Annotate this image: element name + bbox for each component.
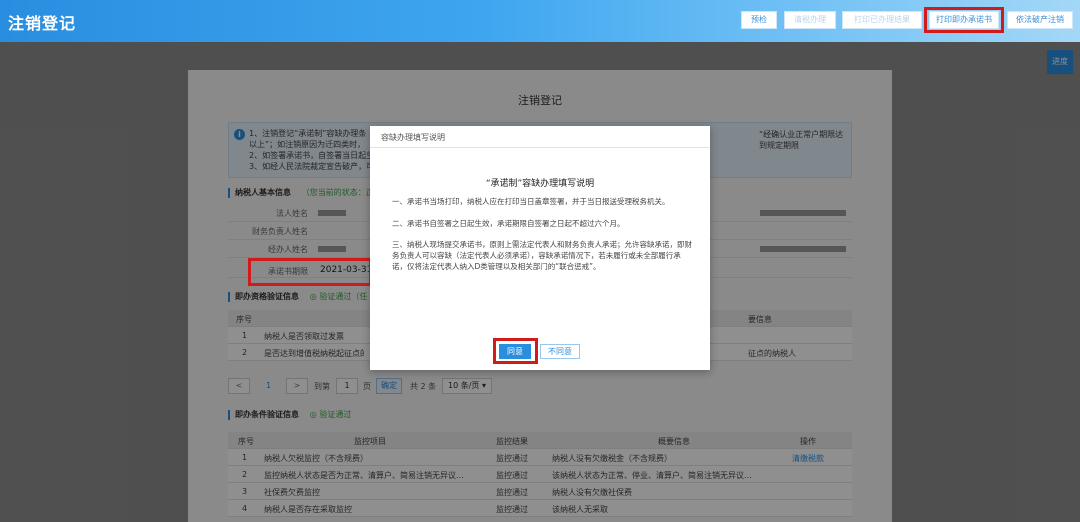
modal-title: “承诺制”容缺办理填写说明 — [485, 179, 595, 189]
modal-header: 容缺办理填写说明 — [370, 126, 710, 148]
modal-paragraph-2: 二、承诺书自签署之日起生效，承诺期限自签署之日起不超过六个月。 — [392, 219, 625, 228]
highlight-box-print-commitment — [924, 7, 1004, 33]
bankruptcy-deregister-button[interactable]: 依法破产注销 — [1007, 11, 1073, 29]
modal-paragraph-1: 一、承诺书当场打印，纳税人应在打印当日盖章签署，并于当日报送受理税务机关。 — [392, 197, 670, 206]
precheck-button[interactable]: 预检 — [741, 11, 777, 29]
highlight-box-agree — [493, 338, 538, 364]
highlight-box-commitment-period — [248, 258, 372, 286]
app-title: 注销登记 — [8, 14, 77, 33]
modal-paragraph-3: 三、纳税人现场提交承诺书，原则上需法定代表人和财务负责人承诺；允许容缺承诺，即财… — [392, 240, 692, 271]
print-result-button[interactable]: 打印已办理结果 — [842, 11, 922, 29]
tax-clearance-button[interactable]: 清税办理 — [784, 11, 836, 29]
instructions-modal: 容缺办理填写说明 “承诺制”容缺办理填写说明 一、承诺书当场打印，纳税人应在打印… — [370, 126, 710, 370]
modal-header-title: 容缺办理填写说明 — [381, 133, 445, 142]
top-bar: 注销登记 预检 清税办理 打印已办理结果 打印即办承诺书 依法破产注销 — [0, 0, 1080, 42]
disagree-button[interactable]: 不同意 — [540, 344, 580, 359]
